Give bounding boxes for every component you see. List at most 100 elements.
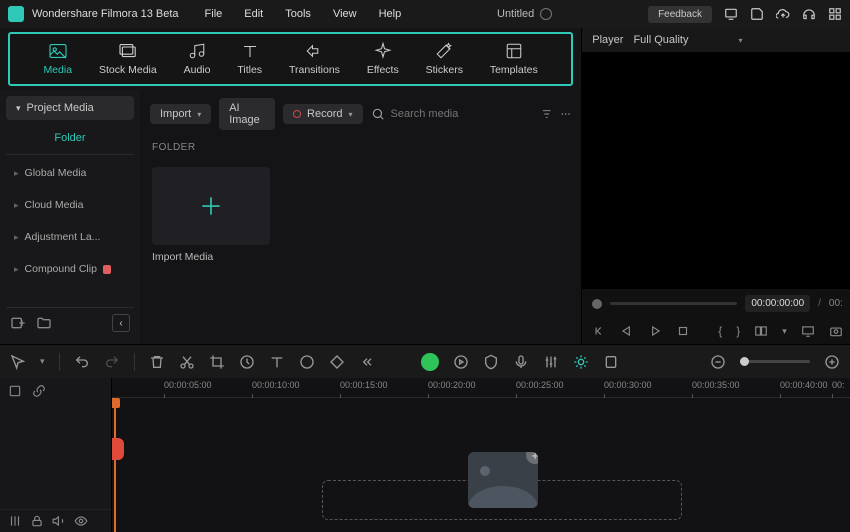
snapshot-icon[interactable] bbox=[829, 324, 843, 338]
add-media-icon[interactable] bbox=[10, 315, 26, 331]
menu-edit[interactable]: Edit bbox=[244, 8, 263, 20]
sidebar-item-label: Global Media bbox=[25, 167, 87, 179]
track-options-icon[interactable] bbox=[8, 384, 22, 398]
scrubber: 00:00:00:00 / 00: bbox=[582, 289, 850, 318]
menu-file[interactable]: File bbox=[205, 8, 223, 20]
track-settings-icon[interactable] bbox=[8, 514, 22, 528]
delete-icon[interactable] bbox=[149, 354, 165, 370]
grid-icon[interactable] bbox=[828, 7, 842, 21]
import-dropdown[interactable]: Import ▾ bbox=[150, 104, 211, 124]
sidebar-item-compound-clip[interactable]: ▸ Compound Clip bbox=[6, 255, 134, 283]
color-icon[interactable] bbox=[299, 354, 315, 370]
marker-icon[interactable] bbox=[603, 354, 619, 370]
stop-icon[interactable] bbox=[676, 324, 690, 338]
preview-canvas[interactable] bbox=[582, 52, 850, 289]
track-mute-icon[interactable] bbox=[52, 514, 66, 528]
playhead[interactable] bbox=[114, 398, 116, 532]
filter-icon[interactable] bbox=[541, 107, 552, 121]
image-icon bbox=[48, 42, 68, 60]
media-tab-stickers[interactable]: Stickers bbox=[426, 42, 463, 76]
select-tool-icon[interactable] bbox=[10, 354, 26, 370]
media-tab-templates[interactable]: Templates bbox=[490, 42, 538, 76]
scrubber-track[interactable] bbox=[610, 302, 737, 305]
chevron-down-icon[interactable]: ▾ bbox=[40, 356, 45, 367]
media-tab-effects[interactable]: Effects bbox=[367, 42, 399, 76]
ai-face-icon[interactable] bbox=[421, 353, 439, 371]
media-tab-audio[interactable]: Audio bbox=[184, 42, 211, 76]
wand-icon bbox=[434, 42, 454, 60]
sidebar-item-cloud-media[interactable]: ▸ Cloud Media bbox=[6, 191, 134, 219]
media-tabs: Media Stock Media Audio Titles Transitio… bbox=[8, 32, 573, 86]
sidebar-item-adjustment-layer[interactable]: ▸ Adjustment La... bbox=[6, 223, 134, 251]
zoom-in-icon[interactable] bbox=[824, 354, 840, 370]
record-dropdown[interactable]: Record ▾ bbox=[283, 104, 362, 124]
more-tools-icon[interactable] bbox=[359, 354, 375, 370]
scrubber-handle[interactable] bbox=[592, 299, 602, 309]
add-clip-button[interactable]: + bbox=[526, 452, 538, 464]
track-visible-icon[interactable] bbox=[74, 514, 88, 528]
playhead-handle[interactable] bbox=[112, 438, 124, 460]
project-media-label: Project Media bbox=[27, 102, 94, 114]
ruler-tick: 00:00:25:00 bbox=[516, 380, 564, 390]
play-back-icon[interactable] bbox=[620, 324, 634, 338]
media-tab-transitions[interactable]: Transitions bbox=[289, 42, 340, 76]
cloud-sync-icon[interactable] bbox=[540, 8, 552, 20]
link-icon[interactable] bbox=[32, 384, 46, 398]
menu-tools[interactable]: Tools bbox=[285, 8, 311, 20]
project-title[interactable]: Untitled bbox=[497, 8, 534, 20]
media-tab-titles[interactable]: Titles bbox=[237, 42, 262, 76]
collapse-sidebar-button[interactable]: ‹ bbox=[112, 314, 130, 332]
monitor-icon[interactable] bbox=[724, 7, 738, 21]
media-tab-stock[interactable]: Stock Media bbox=[99, 42, 157, 76]
ai-image-button[interactable]: AI Image bbox=[219, 98, 275, 130]
undo-icon[interactable] bbox=[74, 354, 90, 370]
menu-view[interactable]: View bbox=[333, 8, 357, 20]
import-media-tile[interactable] bbox=[152, 167, 270, 245]
timeline-body[interactable]: 00:00:05:00 00:00:10:00 00:00:15:00 00:0… bbox=[112, 378, 850, 532]
chevron-down-icon: ▾ bbox=[738, 36, 742, 45]
mic-icon[interactable] bbox=[513, 354, 529, 370]
menu-help[interactable]: Help bbox=[379, 8, 402, 20]
zoom-slider[interactable] bbox=[740, 360, 810, 363]
tracks-area[interactable]: + bbox=[112, 398, 850, 532]
sidebar-item-global-media[interactable]: ▸ Global Media bbox=[6, 159, 134, 187]
more-icon[interactable] bbox=[560, 107, 571, 121]
zoom-out-icon[interactable] bbox=[710, 354, 726, 370]
prev-frame-icon[interactable] bbox=[592, 324, 606, 338]
quality-dropdown[interactable]: Full Quality bbox=[633, 34, 688, 46]
search-input[interactable] bbox=[391, 108, 533, 120]
cut-icon[interactable] bbox=[179, 354, 195, 370]
mark-in-icon[interactable]: { bbox=[718, 324, 722, 338]
play-icon[interactable] bbox=[648, 324, 662, 338]
redo-icon[interactable] bbox=[104, 354, 120, 370]
crop-icon[interactable] bbox=[209, 354, 225, 370]
new-folder-icon[interactable] bbox=[36, 315, 52, 331]
track-lock-icon[interactable] bbox=[30, 514, 44, 528]
render-icon[interactable] bbox=[453, 354, 469, 370]
feedback-button[interactable]: Feedback bbox=[648, 6, 712, 23]
mark-out-icon[interactable]: } bbox=[736, 324, 740, 338]
speed-icon[interactable] bbox=[239, 354, 255, 370]
keyframe-icon[interactable] bbox=[329, 354, 345, 370]
text-tool-icon[interactable] bbox=[269, 354, 285, 370]
save-icon[interactable] bbox=[750, 7, 764, 21]
folder-tab[interactable]: Folder bbox=[6, 124, 134, 155]
template-icon bbox=[504, 42, 524, 60]
project-media-header[interactable]: ▾ Project Media bbox=[6, 96, 134, 120]
cloud-upload-icon[interactable] bbox=[776, 7, 790, 21]
media-tab-media[interactable]: Media bbox=[43, 42, 72, 76]
ruler[interactable]: 00:00:05:00 00:00:10:00 00:00:15:00 00:0… bbox=[112, 378, 850, 398]
mixer-icon[interactable] bbox=[543, 354, 559, 370]
current-time: 00:00:00:00 bbox=[745, 295, 810, 312]
fullscreen-icon[interactable] bbox=[801, 324, 815, 338]
main-row: Media Stock Media Audio Titles Transitio… bbox=[0, 28, 850, 344]
media-clip-placeholder[interactable]: + bbox=[468, 452, 538, 508]
shield-icon[interactable] bbox=[483, 354, 499, 370]
sidebar-item-label: Compound Clip bbox=[25, 263, 97, 275]
stock-icon bbox=[118, 42, 138, 60]
ai-tool-icon[interactable] bbox=[573, 354, 589, 370]
compare-icon[interactable] bbox=[754, 324, 768, 338]
headphones-icon[interactable] bbox=[802, 7, 816, 21]
chevron-down-icon[interactable]: ▾ bbox=[782, 326, 787, 337]
timeline-left-top bbox=[0, 378, 111, 404]
